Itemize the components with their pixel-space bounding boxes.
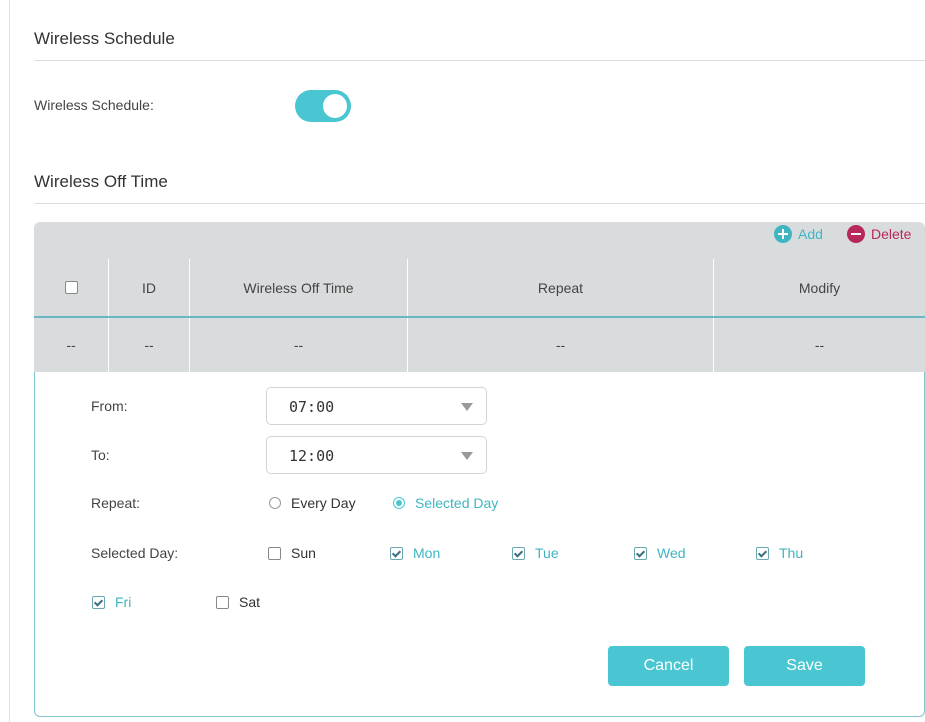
add-label: Add [798,226,823,242]
table-cell: -- [189,318,407,372]
checkbox [268,546,281,560]
day-label: Wed [657,545,686,561]
day-checkbox-mon[interactable]: Mon [390,545,440,561]
to-time-value: 12:00 [289,447,335,465]
day-label: Fri [115,594,132,610]
select-all-cell [34,259,108,316]
repeat-selected-day-radio[interactable]: Selected Day [393,495,498,511]
day-label: Sat [239,594,261,610]
chevron-down-icon [461,403,473,411]
chevron-down-icon [461,452,473,460]
table-toolbar: Add Delete [34,222,925,259]
column-header-id: ID [108,259,189,316]
minus-circle-icon [847,225,865,243]
cancel-button[interactable]: Cancel [608,646,729,686]
radio-label: Selected Day [415,495,499,511]
from-time-select[interactable]: 07:00 [266,387,487,425]
table-cell: -- [66,337,76,353]
checkbox [756,546,769,560]
table-row: -- -- -- -- -- [34,316,925,372]
checkbox [634,546,647,560]
table-cell: -- [407,318,713,372]
day-checkbox-thu[interactable]: Thu [756,545,803,561]
radio-button [393,497,405,509]
from-label: From: [91,398,128,414]
radio-button [269,497,281,509]
section-title-wireless-off-time: Wireless Off Time [34,172,168,191]
delete-button[interactable]: Delete [847,222,911,246]
repeat-every-day-radio[interactable]: Every Day [269,495,356,511]
day-label: Tue [535,545,559,561]
to-label: To: [91,447,110,463]
day-label: Thu [779,545,804,561]
divider [34,203,925,204]
repeat-label: Repeat: [91,495,141,511]
day-label: Mon [413,545,441,561]
wireless-schedule-toggle[interactable] [295,90,351,122]
divider [34,60,925,61]
day-checkbox-tue[interactable]: Tue [512,545,559,561]
day-checkbox-fri[interactable]: Fri [92,594,131,610]
column-header-off-time: Wireless Off Time [189,259,407,316]
add-button[interactable]: Add [774,222,823,246]
to-time-select[interactable]: 12:00 [266,436,487,474]
toggle-knob [323,94,347,118]
table-cell: -- [108,318,189,372]
plus-circle-icon [774,225,792,243]
select-all-checkbox[interactable] [64,281,78,294]
wireless-schedule-label: Wireless Schedule: [34,97,154,113]
checkbox [390,546,403,560]
table-cell: -- [713,318,925,372]
day-checkbox-sun[interactable]: Sun [268,545,316,561]
radio-label: Every Day [291,495,356,511]
day-checkbox-sat[interactable]: Sat [216,594,260,610]
checkbox [92,595,105,609]
from-time-value: 07:00 [289,398,335,416]
day-checkbox-wed[interactable]: Wed [634,545,686,561]
checkbox [512,546,525,560]
day-label: Sun [291,545,316,561]
column-header-repeat: Repeat [407,259,713,316]
save-button[interactable]: Save [744,646,865,686]
left-border [9,0,10,722]
table-header: ID Wireless Off Time Repeat Modify [34,259,925,316]
checkbox [216,595,229,609]
selected-day-label: Selected Day: [91,545,179,561]
section-title-wireless-schedule: Wireless Schedule [34,29,175,48]
column-header-modify: Modify [713,259,925,316]
delete-label: Delete [871,226,912,242]
